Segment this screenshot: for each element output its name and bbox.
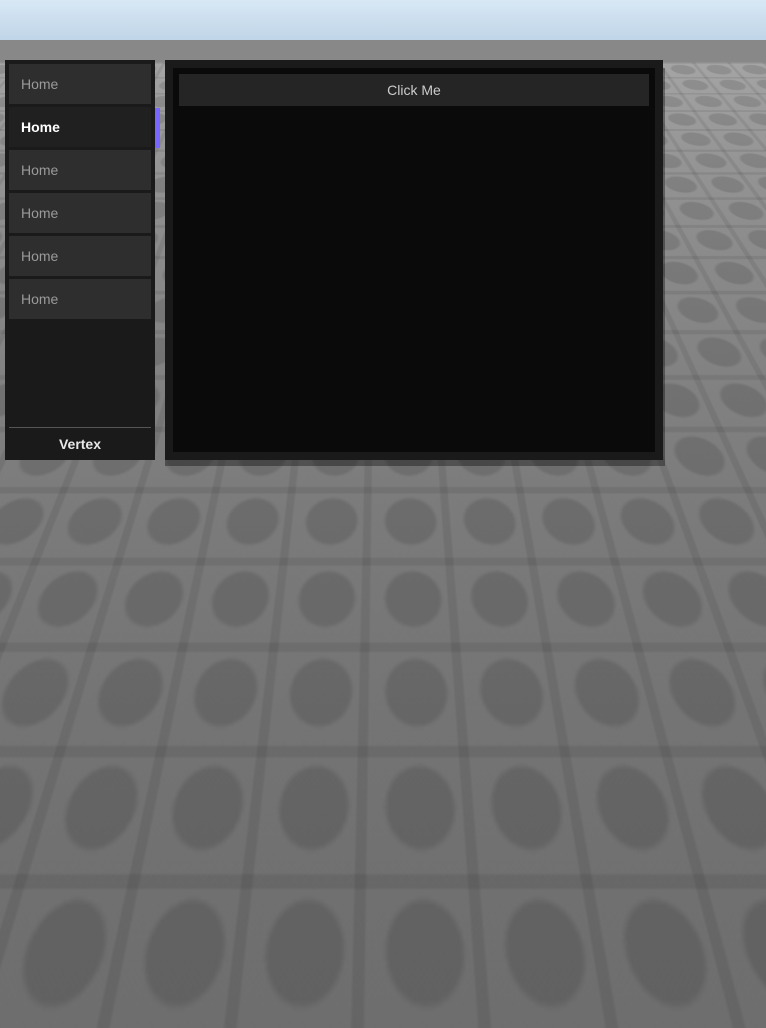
sidebar-item-2[interactable]: Home — [9, 150, 151, 190]
sidebar: Home Home Home Home Home Home Vertex — [5, 60, 155, 460]
main-panel: Click Me — [165, 60, 663, 460]
sidebar-item-label: Home — [21, 76, 58, 92]
sidebar-main-gap — [155, 60, 165, 460]
sidebar-item-label: Home — [21, 162, 58, 178]
sidebar-footer-title: Vertex — [9, 427, 151, 456]
content-area: Click Me — [173, 68, 655, 452]
sidebar-item-0[interactable]: Home — [9, 64, 151, 104]
click-me-button[interactable]: Click Me — [179, 74, 649, 106]
ui-window: Home Home Home Home Home Home Vertex Cli — [5, 60, 665, 460]
sidebar-item-1[interactable]: Home — [9, 107, 151, 147]
active-tab-accent — [155, 108, 160, 148]
sidebar-item-label: Home — [21, 248, 58, 264]
sky-background — [0, 0, 766, 40]
sidebar-items-list: Home Home Home Home Home Home — [9, 64, 151, 427]
sidebar-item-5[interactable]: Home — [9, 279, 151, 319]
sidebar-item-3[interactable]: Home — [9, 193, 151, 233]
sidebar-item-label: Home — [21, 291, 58, 307]
sidebar-item-label: Home — [21, 119, 60, 135]
sidebar-item-label: Home — [21, 205, 58, 221]
sidebar-item-4[interactable]: Home — [9, 236, 151, 276]
